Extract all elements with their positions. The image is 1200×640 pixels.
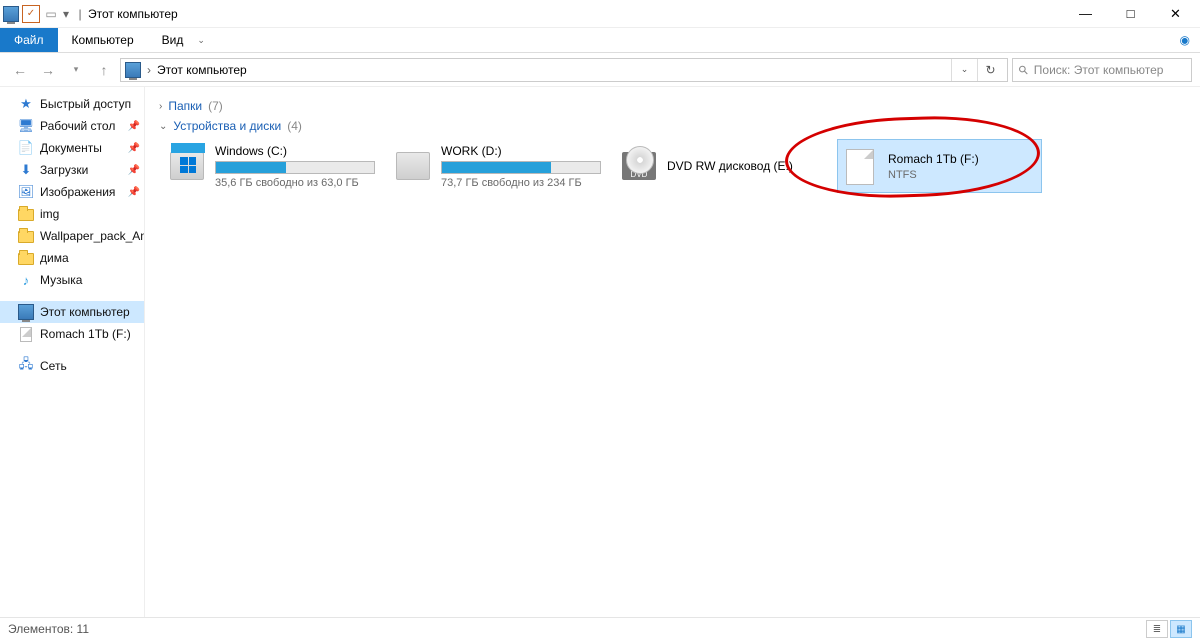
menu-view[interactable]: Вид — [148, 28, 198, 52]
ribbon-expand-icon[interactable]: ⌄ — [197, 35, 205, 46]
thispc-icon — [18, 304, 34, 320]
documents-icon: 📄 — [18, 140, 34, 156]
close-button[interactable]: ✕ — [1153, 0, 1198, 28]
view-details-button[interactable]: ≣ — [1146, 620, 1168, 638]
tree-quick-access[interactable]: ★Быстрый доступ — [0, 93, 144, 115]
network-icon: 🖧 — [18, 358, 34, 374]
search-input[interactable]: ⚲ Поиск: Этот компьютер — [1012, 58, 1192, 82]
pin-icon: 📌 — [128, 165, 140, 176]
qat-properties-icon[interactable]: ✓ — [22, 5, 40, 23]
folder-icon — [18, 228, 34, 244]
tree-desktop[interactable]: 🖥Рабочий стол📌 — [0, 115, 144, 137]
view-tiles-button[interactable]: ▦ — [1170, 620, 1192, 638]
tree-music[interactable]: ♪Музыка — [0, 269, 144, 291]
drive-d-free: 73,7 ГБ свободно из 234 ГБ — [441, 177, 605, 189]
folder-icon — [18, 250, 34, 266]
search-icon: ⚲ — [1015, 61, 1031, 77]
menu-computer[interactable]: Компьютер — [58, 28, 148, 52]
status-items-count: 11 — [77, 622, 89, 636]
menu-file[interactable]: Файл — [0, 28, 58, 52]
nav-up-button[interactable]: ↑ — [92, 58, 116, 82]
tree-this-pc[interactable]: Этот компьютер — [0, 301, 144, 323]
tree-folder-dima[interactable]: дима — [0, 247, 144, 269]
downloads-icon: ⬇ — [18, 162, 34, 178]
music-icon: ♪ — [18, 272, 34, 288]
windows-drive-icon — [170, 152, 204, 180]
nav-forward-button[interactable]: → — [36, 58, 60, 82]
drive-c-usage-bar — [215, 161, 375, 174]
drive-d-usage-bar — [441, 161, 601, 174]
section-folders-header[interactable]: › Папки (7) — [159, 99, 1180, 113]
window-title: Этот компьютер — [88, 7, 178, 21]
status-items-label: Элементов: — [8, 622, 73, 636]
drive-f[interactable]: Romach 1Tb (F:) NTFS — [837, 139, 1042, 193]
pin-icon: 📌 — [128, 121, 140, 132]
tree-network[interactable]: 🖧Сеть — [0, 355, 144, 377]
search-placeholder: Поиск: Этот компьютер — [1034, 63, 1164, 77]
maximize-button[interactable]: □ — [1108, 0, 1153, 28]
nav-recent-dropdown[interactable]: ▾ — [64, 58, 88, 82]
blank-drive-icon — [846, 149, 874, 185]
app-icon — [2, 5, 20, 23]
drive-f-label: Romach 1Tb (F:) — [888, 152, 1037, 166]
pictures-icon: 🖼 — [18, 184, 34, 200]
chevron-down-icon: ⌄ — [159, 121, 167, 132]
chevron-right-icon: › — [159, 101, 162, 112]
drive-f-fs: NTFS — [888, 169, 1037, 181]
tree-downloads[interactable]: ⬇Загрузки📌 — [0, 159, 144, 181]
menubar: Файл Компьютер Вид ⌄ ◉ — [0, 28, 1200, 53]
path-chevron-icon: › — [147, 63, 151, 77]
drive-e-label: DVD RW дисковод (E:) — [667, 159, 813, 173]
content-pane: › Папки (7) ⌄ Устройства и диски (4) Win… — [145, 87, 1200, 617]
nav-back-button[interactable]: ← — [8, 58, 32, 82]
hdd-icon — [396, 152, 430, 180]
section-drives-header[interactable]: ⌄ Устройства и диски (4) — [159, 119, 1180, 133]
desktop-icon: 🖥 — [18, 118, 34, 134]
folder-icon — [18, 206, 34, 222]
tree-romach-drive[interactable]: Romach 1Tb (F:) — [0, 323, 144, 345]
pin-icon: 📌 — [128, 143, 140, 154]
pin-icon: 📌 — [128, 187, 140, 198]
qat-separator: ▾ — [62, 7, 70, 21]
minimize-button[interactable]: — — [1063, 0, 1108, 28]
help-icon[interactable]: ◉ — [1170, 28, 1200, 52]
drive-icon — [18, 326, 34, 342]
tree-folder-wallpaper[interactable]: Wallpaper_pack_An — [0, 225, 144, 247]
statusbar: Элементов: 11 ≣ ▦ — [0, 617, 1200, 640]
tree-pictures[interactable]: 🖼Изображения📌 — [0, 181, 144, 203]
titlebar: ✓ ▭ ▾ | Этот компьютер — □ ✕ — [0, 0, 1200, 28]
refresh-button[interactable]: ↻ — [977, 59, 1003, 81]
qat-newfolder-icon[interactable]: ▭ — [42, 5, 60, 23]
drive-c-free: 35,6 ГБ свободно из 63,0 ГБ — [215, 177, 379, 189]
drive-d-label: WORK (D:) — [441, 144, 605, 158]
tree-folder-img[interactable]: img — [0, 203, 144, 225]
star-icon: ★ — [18, 96, 34, 112]
drive-c[interactable]: Windows (C:) 35,6 ГБ свободно из 63,0 ГБ — [165, 139, 383, 193]
thispc-icon — [125, 62, 141, 78]
tree-documents[interactable]: 📄Документы📌 — [0, 137, 144, 159]
dvd-icon: DVD — [622, 152, 656, 180]
address-path[interactable]: › Этот компьютер ⌄ ↻ — [120, 58, 1008, 82]
drive-e[interactable]: DVD DVD RW дисковод (E:) — [617, 139, 817, 193]
nav-tree[interactable]: ★Быстрый доступ 🖥Рабочий стол📌 📄Документ… — [0, 87, 145, 617]
drive-c-label: Windows (C:) — [215, 144, 379, 158]
titlebar-divider: | — [76, 7, 84, 21]
path-dropdown-button[interactable]: ⌄ — [951, 59, 977, 81]
path-location[interactable]: Этот компьютер — [157, 63, 247, 77]
addressbar: ← → ▾ ↑ › Этот компьютер ⌄ ↻ ⚲ Поиск: Эт… — [0, 53, 1200, 87]
drive-d[interactable]: WORK (D:) 73,7 ГБ свободно из 234 ГБ — [391, 139, 609, 193]
